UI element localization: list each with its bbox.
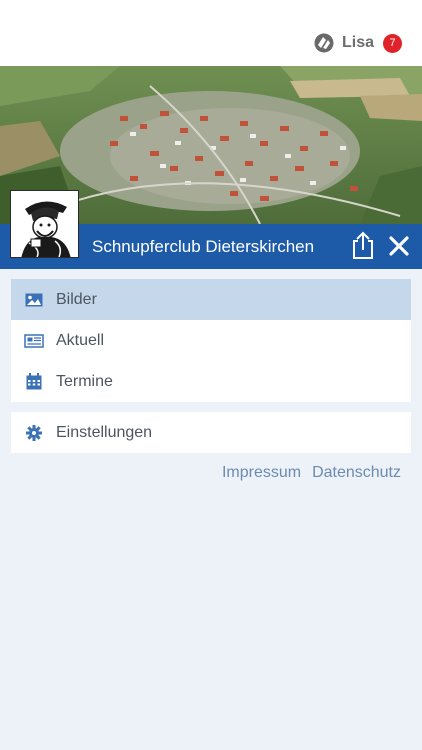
footer-links: Impressum Datenschutz: [211, 464, 401, 482]
user-account[interactable]: Lisa 7: [314, 33, 402, 53]
app-logo-icon: [314, 33, 334, 53]
menu-item-label: Einstellungen: [56, 423, 153, 441]
settings-menu: Einstellungen: [11, 412, 411, 453]
calendar-icon: [24, 372, 44, 392]
user-name[interactable]: Lisa: [342, 34, 374, 52]
club-name: Schnupferclub Dieterskirchen: [92, 237, 315, 256]
image-icon: [24, 290, 44, 310]
main-menu: Bilder Aktuell Termine: [11, 279, 411, 402]
menu-item-termine[interactable]: Termine: [11, 361, 411, 402]
datenschutz-link[interactable]: Datenschutz: [312, 464, 401, 482]
menu-item-einstellungen[interactable]: Einstellungen: [11, 412, 411, 453]
gear-icon: [24, 423, 44, 443]
impressum-link[interactable]: Impressum: [222, 464, 301, 482]
menu-item-bilder[interactable]: Bilder: [11, 279, 411, 320]
menu-item-label: Bilder: [56, 290, 97, 308]
menu-item-label: Termine: [56, 372, 113, 390]
top-bar: Lisa 7: [0, 0, 422, 66]
club-avatar: [10, 190, 79, 258]
close-icon[interactable]: [386, 233, 412, 259]
share-icon[interactable]: [349, 230, 377, 260]
newspaper-icon: [24, 331, 44, 351]
menu-item-aktuell[interactable]: Aktuell: [11, 320, 411, 361]
notification-badge[interactable]: 7: [383, 33, 402, 53]
menu-item-label: Aktuell: [56, 331, 105, 349]
